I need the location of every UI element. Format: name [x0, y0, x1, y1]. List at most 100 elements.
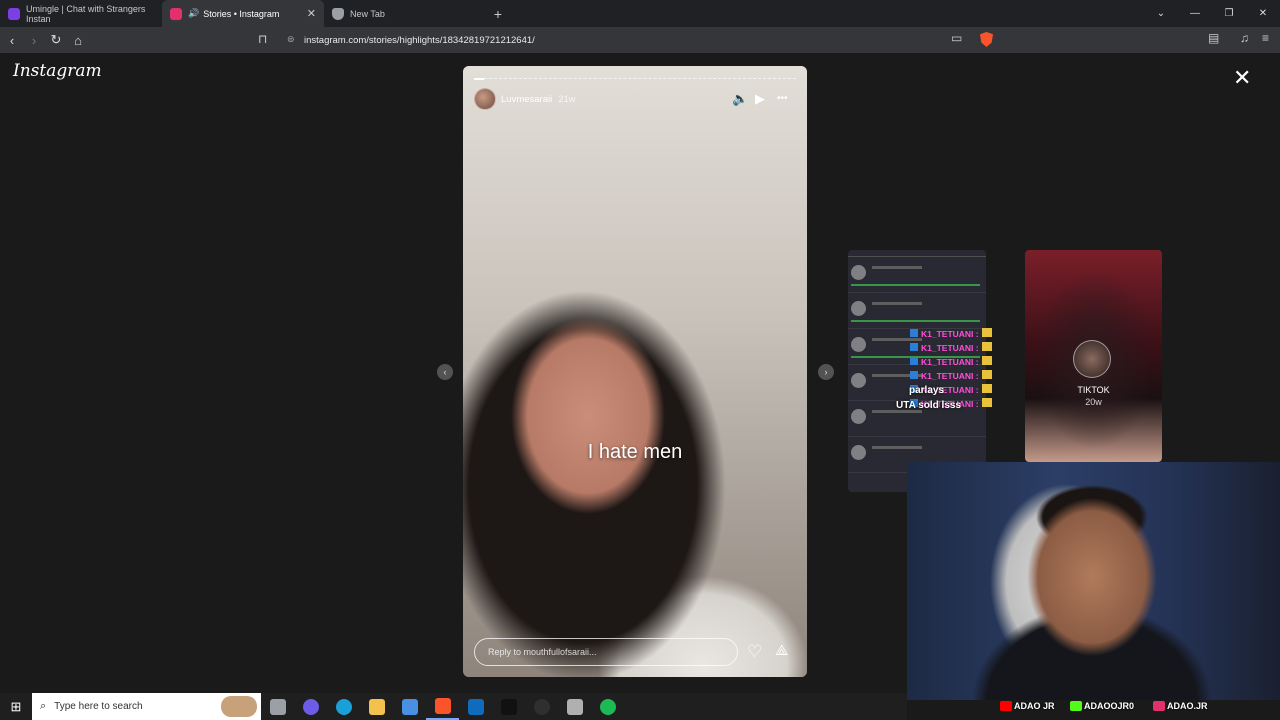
preview-tabs — [848, 250, 986, 257]
media-icon[interactable]: ♫ — [1240, 31, 1249, 45]
chat-message: K1_TETUANI : — [910, 341, 992, 355]
chat-message: K1_TETUANI : — [910, 355, 992, 369]
forward-icon[interactable]: › — [24, 27, 44, 53]
stream-chat-overlay: K1_TETUANI : K1_TETUANI : K1_TETUANI : K1_T… — [910, 327, 992, 411]
mute-icon[interactable]: 🔈 — [732, 91, 748, 107]
obs-icon — [533, 698, 550, 715]
emote-icon — [981, 342, 992, 351]
edge-icon — [335, 698, 352, 715]
instagram-favicon-icon — [170, 7, 182, 20]
cast-icon[interactable]: ▭ — [951, 31, 962, 45]
story-age: 21w — [558, 93, 576, 105]
close-window-button[interactable]: ✕ — [1246, 0, 1280, 27]
story-image — [463, 66, 807, 677]
back-icon[interactable]: ‹ — [2, 27, 22, 53]
tab-label: New Tab — [350, 8, 385, 19]
next-story-age: 20w — [1085, 397, 1102, 407]
home-icon[interactable]: ⌂ — [68, 27, 88, 53]
taskbar-copilot[interactable] — [294, 693, 327, 720]
sidebar-icon[interactable]: ▤ — [1208, 31, 1219, 45]
reply-placeholder: Reply to mouthfullofsaraii... — [488, 647, 597, 657]
story-viewer[interactable]: Luvmesaraii 21w 🔈 ▶ ••• I hate men Reply… — [463, 66, 807, 677]
story-username[interactable]: Luvmesaraii — [501, 94, 552, 105]
avatar[interactable] — [474, 88, 496, 110]
taskbar-winrar[interactable] — [558, 693, 591, 720]
chat-username: K1_TETUANI — [921, 329, 974, 339]
file-explorer-icon — [368, 698, 385, 715]
reply-input[interactable]: Reply to mouthfullofsaraii... — [474, 638, 738, 666]
kick-icon — [1070, 701, 1082, 711]
site-info-icon[interactable]: ⊜ — [287, 34, 295, 45]
tab-search-icon[interactable]: ⌄ — [1144, 0, 1178, 27]
tab-instagram-stories[interactable]: 🔊 Stories • Instagram ✕ — [162, 0, 324, 27]
instagram-handle: ADAO.JR — [1153, 700, 1208, 712]
copilot-icon — [302, 698, 319, 715]
chat-message: K1_TETUANI : — [910, 369, 992, 383]
chat-badge-icon — [910, 329, 918, 337]
next-story-icon[interactable]: › — [818, 364, 834, 380]
next-story-preview[interactable]: TIKTOK 20w — [1025, 250, 1162, 462]
taskbar-search-box[interactable]: ⌕ Type here to search — [32, 693, 261, 720]
list-item — [848, 293, 986, 329]
more-options-icon[interactable]: ••• — [777, 93, 788, 104]
instagram-logo[interactable]: Instagram — [13, 61, 102, 81]
youtube-icon — [1000, 701, 1012, 711]
list-item — [848, 257, 986, 293]
restore-button[interactable]: ❐ — [1212, 0, 1246, 27]
tab-label: Stories • Instagram — [203, 8, 280, 19]
send-icon[interactable]: ⟁ — [775, 642, 788, 659]
umingle-favicon-icon — [8, 7, 20, 20]
taskbar-spotify[interactable] — [591, 693, 624, 720]
shield-favicon-icon — [332, 7, 344, 20]
taskbar-edge[interactable] — [327, 693, 360, 720]
emote-icon — [981, 328, 992, 337]
brave-icon — [434, 697, 451, 714]
taskbar-task-view[interactable] — [261, 693, 294, 720]
search-placeholder: Type here to search — [54, 701, 143, 712]
kick-handle: ADAOOJR0 — [1070, 700, 1134, 712]
taskbar-file-explorer[interactable] — [360, 693, 393, 720]
taskbar-outlook[interactable] — [459, 693, 492, 720]
window-controls: ⌄ — ❐ ✕ — [1144, 0, 1280, 27]
emote-icon — [981, 398, 992, 407]
store-icon — [401, 698, 418, 715]
youtube-handle: ADAO JR — [1000, 700, 1055, 712]
chat-badge-icon — [910, 343, 918, 351]
taskbar-apps — [261, 693, 624, 720]
tab-umingle[interactable]: Umingle | Chat with Strangers Instan — [0, 0, 162, 27]
previous-story-icon[interactable]: ‹ — [437, 364, 453, 380]
bookmark-icon[interactable]: ⊓ — [258, 32, 267, 46]
story-caption: I hate men — [587, 441, 683, 463]
tab-label: Umingle | Chat with Strangers Instan — [26, 3, 146, 24]
search-icon: ⌕ — [40, 700, 47, 712]
menu-icon[interactable]: ≡ — [1262, 31, 1269, 45]
search-highlight-icon — [221, 696, 257, 717]
taskbar-brave[interactable] — [426, 693, 459, 720]
taskbar-store[interactable] — [393, 693, 426, 720]
overlay-text-line2: UTA sold lsss — [896, 400, 962, 411]
close-tab-icon[interactable]: ✕ — [307, 7, 316, 20]
reload-icon[interactable]: ↻ — [46, 27, 66, 53]
chat-badge-icon — [910, 357, 918, 365]
windows-taskbar: ⊞ ⌕ Type here to search — [0, 693, 907, 720]
taskbar-obs[interactable] — [525, 693, 558, 720]
play-icon[interactable]: ▶ — [755, 91, 765, 107]
address-bar-row: ‹ › ↻ ⌂ ⊓ ⊜ instagram.com/stories/highli… — [0, 27, 1280, 53]
overlay-text-line1: parlays — [909, 385, 945, 396]
next-story-username: TIKTOK — [1077, 385, 1110, 395]
like-icon[interactable]: ♡ — [747, 642, 762, 662]
outlook-icon — [467, 698, 484, 715]
new-tab-button[interactable]: + — [486, 0, 510, 27]
close-stories-icon[interactable]: ✕ — [1233, 65, 1251, 91]
chat-username: K1_TETUANI — [921, 371, 974, 381]
tab-new-tab[interactable]: New Tab — [324, 0, 486, 27]
url-text: instagram.com/stories/highlights/1834281… — [304, 34, 535, 46]
taskbar-capcut[interactable] — [492, 693, 525, 720]
browser-tab-bar: Umingle | Chat with Strangers Instan 🔊 S… — [0, 0, 1280, 27]
start-icon[interactable]: ⊞ — [0, 693, 32, 720]
url-field[interactable]: ⊜ instagram.com/stories/highlights/18342… — [282, 29, 1002, 51]
speaker-icon[interactable]: 🔊 — [188, 8, 199, 19]
story-progress-fill — [474, 78, 484, 80]
chat-username: K1_TETUANI — [921, 343, 974, 353]
minimize-button[interactable]: — — [1178, 0, 1212, 27]
